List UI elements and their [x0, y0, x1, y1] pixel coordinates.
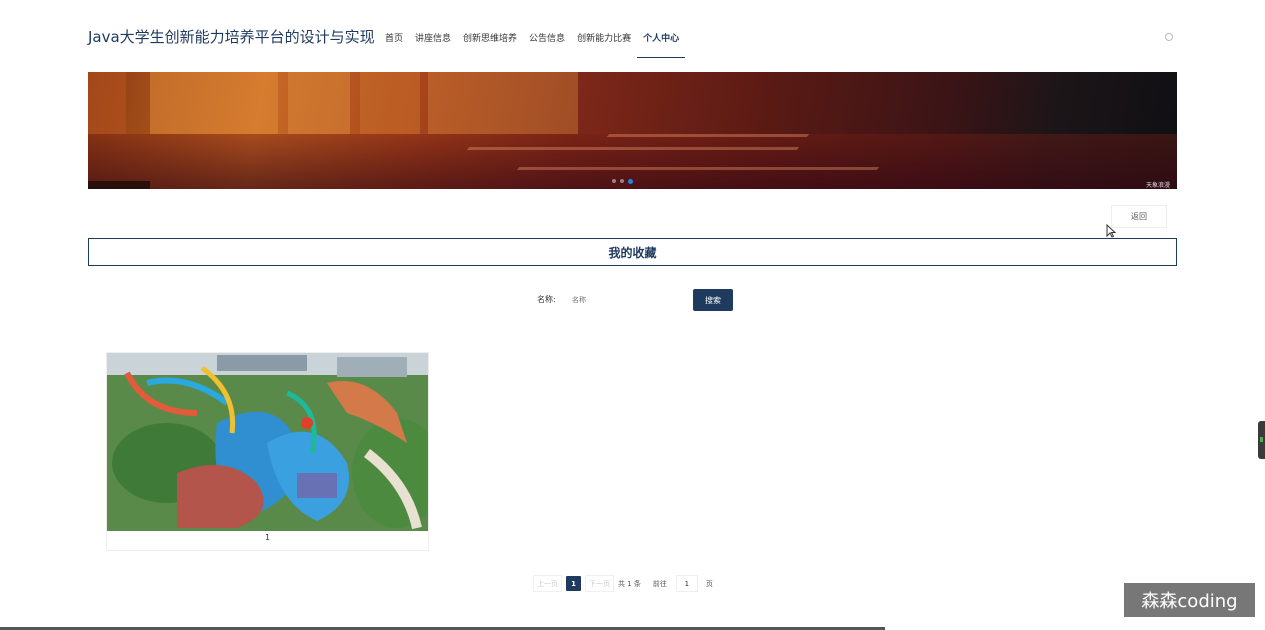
banner-carousel[interactable] [88, 72, 1177, 189]
site-title: Java大学生创新能力培养平台的设计与实现 [88, 28, 375, 46]
total-count: 共 1 条 [618, 579, 641, 588]
goto-page-input[interactable]: 1 [675, 575, 698, 592]
nav-item-announcements[interactable]: 公告信息 [529, 31, 565, 58]
search-label: 名称: [537, 295, 556, 304]
nav-item-innovation-thinking[interactable]: 创新思维培养 [463, 31, 517, 58]
nav-item-lectures[interactable]: 讲座信息 [415, 31, 451, 58]
prev-page-button[interactable]: 上一页 [533, 575, 562, 592]
favorite-title: 1 [264, 533, 271, 542]
carousel-dot[interactable] [612, 179, 616, 183]
carousel-dot-active[interactable] [628, 179, 633, 184]
user-status-icon[interactable] [1165, 33, 1173, 41]
page-title: 我的收藏 [88, 238, 1177, 266]
search-input[interactable] [570, 290, 690, 310]
watermark: 森森coding [1124, 583, 1255, 617]
page-number-current[interactable]: 1 [566, 576, 581, 591]
search-button[interactable]: 搜索 [693, 289, 733, 311]
carousel-dot[interactable] [620, 179, 624, 183]
site-header: Java大学生创新能力培养平台的设计与实现 首页 讲座信息 创新思维培养 公告信… [0, 0, 1265, 72]
goto-label: 前往 [652, 579, 667, 588]
next-page-button[interactable]: 下一页 [585, 575, 614, 592]
side-tool-tab[interactable] [1258, 421, 1265, 459]
carousel-indicators [612, 179, 633, 184]
pagination: 上一页 1 下一页 共 1 条 前往 1 页 [533, 575, 717, 592]
nav-item-home[interactable]: 首页 [385, 31, 403, 58]
favorite-card[interactable]: 1 [106, 352, 429, 551]
nav-item-personal-center[interactable]: 个人中心 [637, 31, 686, 58]
nav-item-competitions[interactable]: 创新能力比赛 [577, 31, 631, 58]
page-suffix: 页 [705, 579, 713, 588]
favorite-image[interactable] [107, 353, 428, 531]
main-nav: 首页 讲座信息 创新思维培养 公告信息 创新能力比赛 个人中心 [385, 31, 691, 61]
back-button[interactable]: 返回 [1111, 205, 1167, 228]
banner-caption: 天象浪漫 [1146, 182, 1171, 189]
